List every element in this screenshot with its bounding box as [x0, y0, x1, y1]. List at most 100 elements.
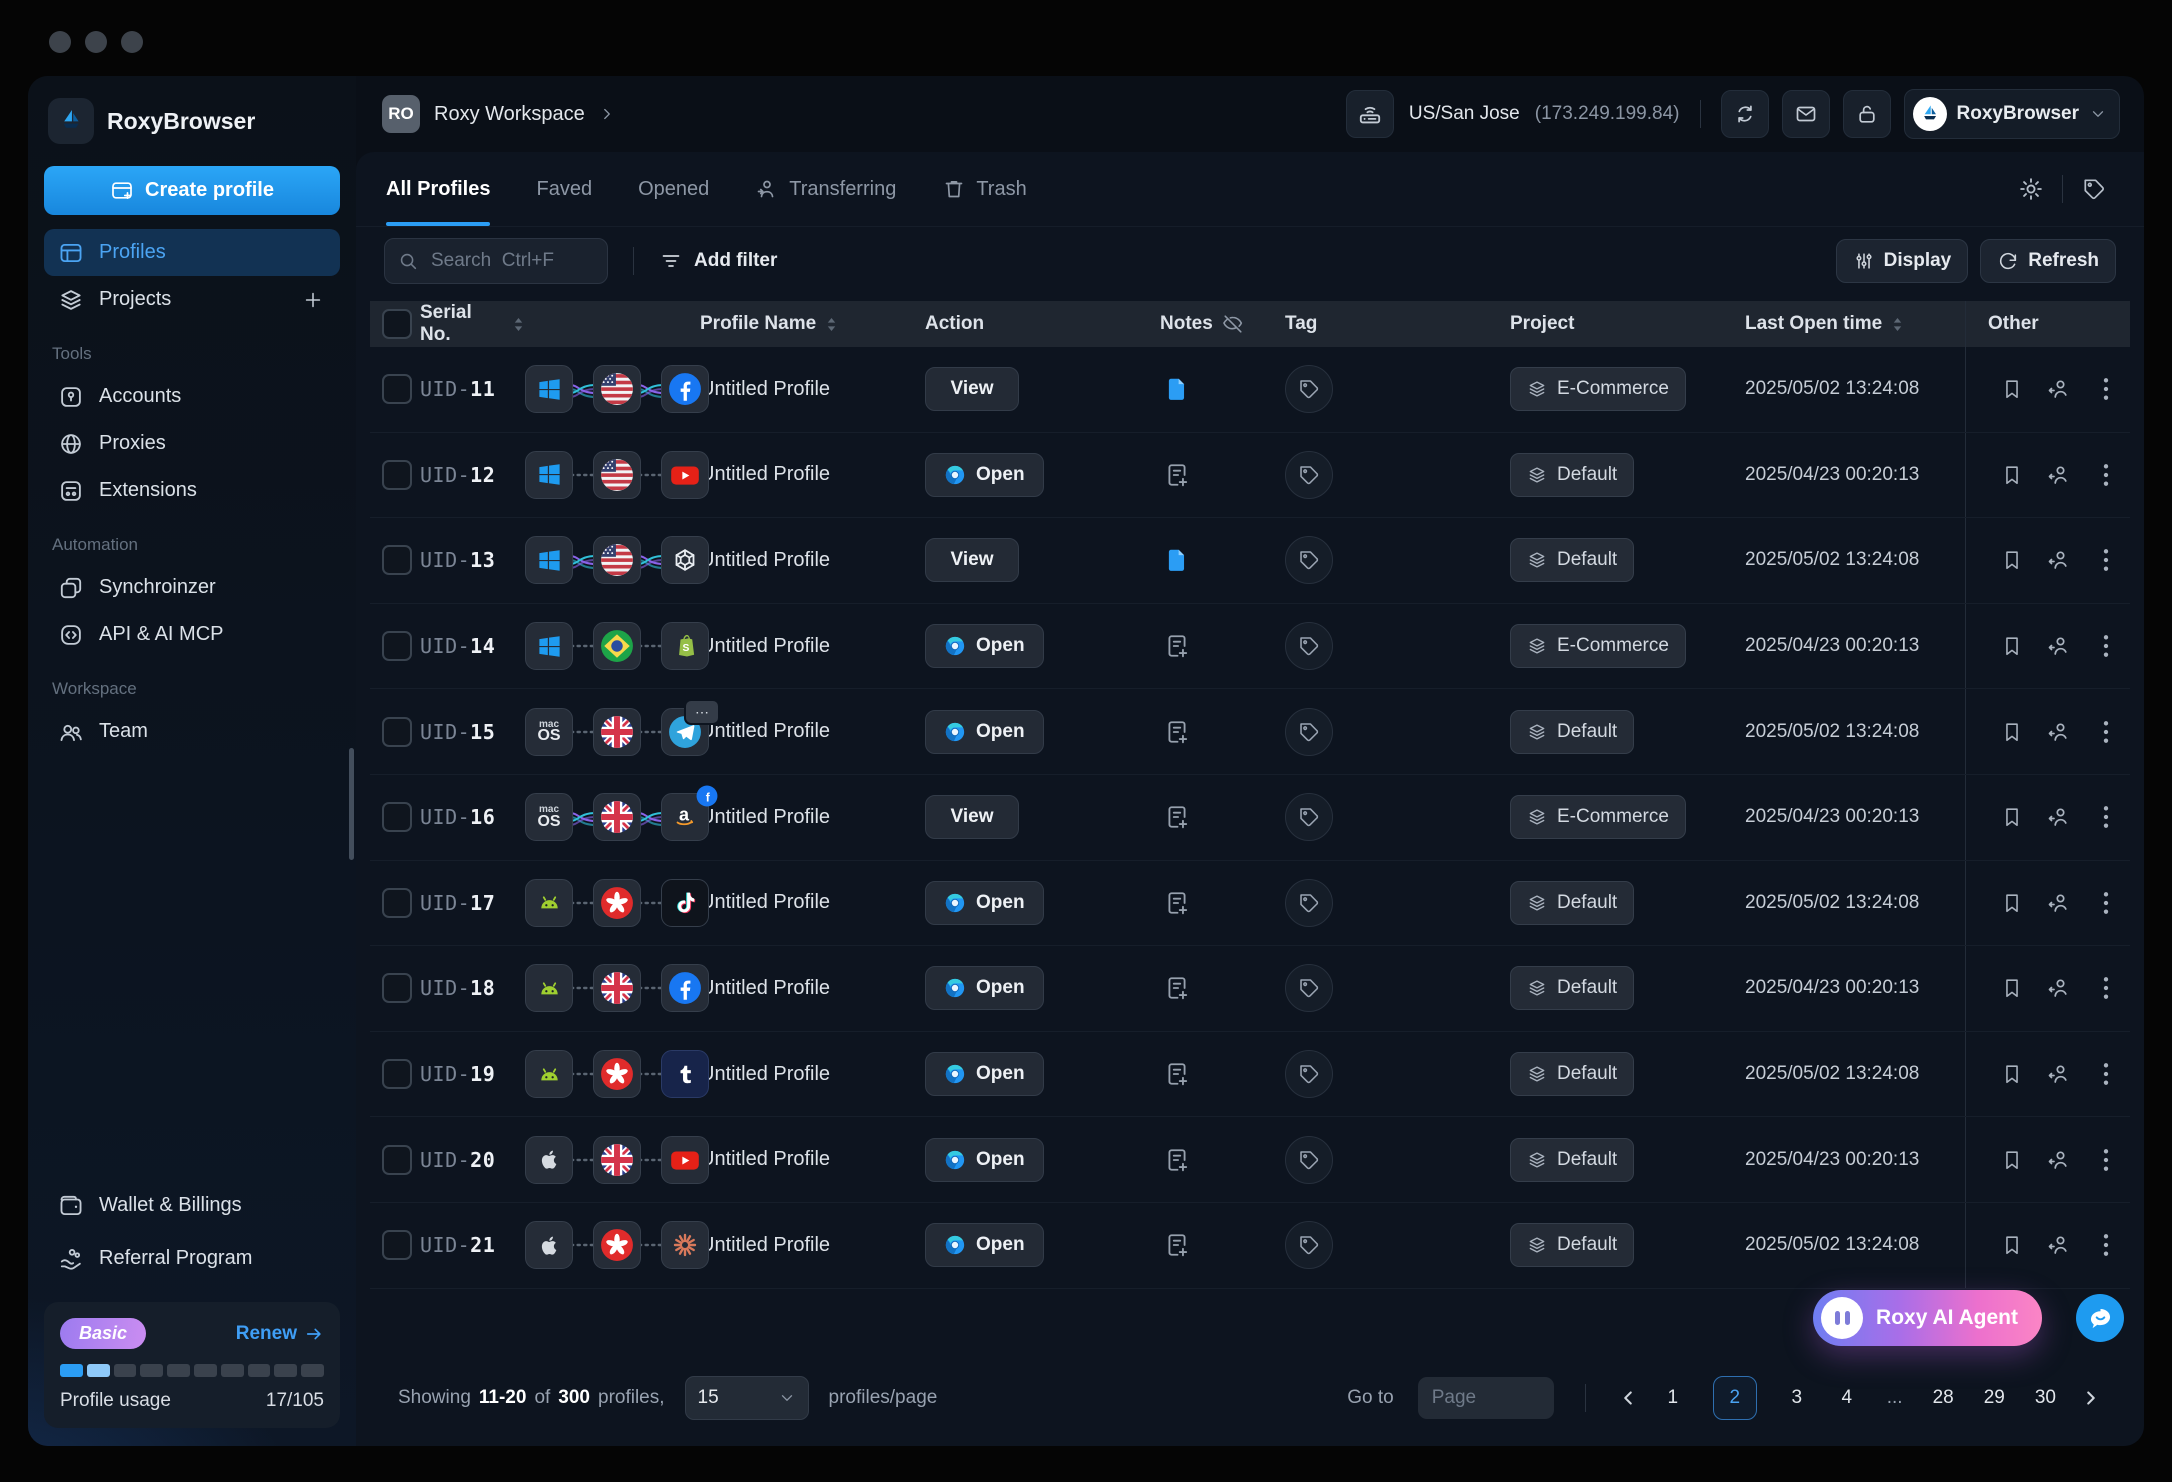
note-add-icon[interactable] [1160, 803, 1190, 831]
ip-device-button[interactable] [1346, 90, 1394, 138]
add-tag-button[interactable] [1285, 964, 1333, 1012]
page-2-button[interactable]: 2 [1713, 1376, 1757, 1420]
row-menu-button[interactable] [2083, 547, 2130, 573]
add-tag-button[interactable] [1285, 879, 1333, 927]
row-checkbox[interactable] [382, 888, 412, 918]
row-menu-button[interactable] [2083, 804, 2130, 830]
view-profile-button[interactable]: View [925, 795, 1019, 839]
row-checkbox[interactable] [382, 973, 412, 1003]
note-add-icon[interactable] [1160, 461, 1190, 489]
page-1-button[interactable]: 1 [1663, 1387, 1683, 1409]
open-profile-button[interactable]: Open [925, 881, 1044, 925]
row-checkbox[interactable] [382, 1059, 412, 1089]
note-add-icon[interactable] [1160, 1231, 1190, 1259]
sidebar-item-synchroinzer[interactable]: Synchroinzer [44, 564, 340, 611]
row-menu-button[interactable] [2083, 633, 2130, 659]
workspace-name[interactable]: Roxy Workspace [434, 103, 585, 126]
add-filter-button[interactable]: Add filter [659, 249, 777, 273]
row-menu-button[interactable] [2083, 462, 2130, 488]
sidebar-item-projects[interactable]: Projects [44, 276, 340, 323]
bookmark-button[interactable] [1988, 805, 2035, 829]
sidebar-item-extensions[interactable]: Extensions [44, 467, 340, 514]
support-chat-button[interactable] [2076, 1294, 2124, 1342]
transfer-profile-button[interactable] [2035, 377, 2082, 401]
open-profile-button[interactable]: Open [925, 1052, 1044, 1096]
refresh-button[interactable]: Refresh [1980, 239, 2116, 283]
sort-icon[interactable] [512, 316, 525, 333]
project-badge[interactable]: E-Commerce [1510, 624, 1686, 668]
project-badge[interactable]: Default [1510, 538, 1634, 582]
add-tag-button[interactable] [1285, 536, 1333, 584]
sidebar-item-proxies[interactable]: Proxies [44, 420, 340, 467]
page-29-button[interactable]: 29 [1984, 1387, 2005, 1409]
bookmark-button[interactable] [1988, 1062, 2035, 1086]
project-badge[interactable]: E-Commerce [1510, 367, 1686, 411]
bookmark-button[interactable] [1988, 1148, 2035, 1172]
row-menu-button[interactable] [2083, 1061, 2130, 1087]
tab-faved[interactable]: Faved [536, 152, 592, 226]
add-tag-button[interactable] [1285, 1136, 1333, 1184]
project-badge[interactable]: Default [1510, 1138, 1634, 1182]
page-30-button[interactable]: 30 [2035, 1387, 2056, 1409]
row-menu-button[interactable] [2083, 1147, 2130, 1173]
note-add-icon[interactable] [1160, 632, 1190, 660]
row-checkbox[interactable] [382, 460, 412, 490]
open-profile-button[interactable]: Open [925, 710, 1044, 754]
row-menu-button[interactable] [2083, 975, 2130, 1001]
note-filled-icon[interactable] [1160, 375, 1190, 403]
select-all-checkbox[interactable] [382, 309, 412, 339]
bookmark-button[interactable] [1988, 548, 2035, 572]
project-badge[interactable]: Default [1510, 453, 1634, 497]
open-profile-button[interactable]: Open [925, 1138, 1044, 1182]
transfer-profile-button[interactable] [2035, 1233, 2082, 1257]
add-tag-button[interactable] [1285, 622, 1333, 670]
row-checkbox[interactable] [382, 545, 412, 575]
lock-button[interactable] [1843, 90, 1891, 138]
window-zoom-button[interactable] [121, 31, 143, 53]
transfer-profile-button[interactable] [2035, 548, 2082, 572]
open-profile-button[interactable]: Open [925, 1223, 1044, 1267]
window-minimize-button[interactable] [85, 31, 107, 53]
sidebar-item-team[interactable]: Team [44, 708, 340, 755]
note-add-icon[interactable] [1160, 718, 1190, 746]
page-4-button[interactable]: 4 [1837, 1387, 1857, 1409]
sidebar-scrollbar[interactable] [349, 748, 354, 860]
transfer-profile-button[interactable] [2035, 805, 2082, 829]
bookmark-button[interactable] [1988, 463, 2035, 487]
project-badge[interactable]: Default [1510, 881, 1634, 925]
tab-trash[interactable]: Trash [942, 152, 1026, 226]
project-badge[interactable]: Default [1510, 710, 1634, 754]
add-tag-button[interactable] [1285, 708, 1333, 756]
project-badge[interactable]: E-Commerce [1510, 795, 1686, 839]
row-menu-button[interactable] [2083, 719, 2130, 745]
sidebar-item-profiles[interactable]: Profiles [44, 229, 340, 276]
project-badge[interactable]: Default [1510, 966, 1634, 1010]
tab-transferring[interactable]: Transferring [755, 152, 896, 226]
sidebar-item-wallet-billings[interactable]: Wallet & Billings [44, 1182, 340, 1229]
note-add-icon[interactable] [1160, 1146, 1190, 1174]
window-close-button[interactable] [49, 31, 71, 53]
sidebar-item-referral-program[interactable]: Referral Program [44, 1235, 340, 1282]
transfer-profile-button[interactable] [2035, 634, 2082, 658]
row-checkbox[interactable] [382, 374, 412, 404]
row-menu-button[interactable] [2083, 376, 2130, 402]
add-tag-button[interactable] [1285, 793, 1333, 841]
transfer-profile-button[interactable] [2035, 1148, 2082, 1172]
add-project-button[interactable] [300, 287, 326, 313]
sidebar-item-api-ai-mcp[interactable]: API & AI MCP [44, 611, 340, 658]
open-profile-button[interactable]: Open [925, 624, 1044, 668]
bookmark-button[interactable] [1988, 891, 2035, 915]
table-settings-button[interactable] [2011, 169, 2051, 209]
transfer-profile-button[interactable] [2035, 463, 2082, 487]
open-profile-button[interactable]: Open [925, 966, 1044, 1010]
sort-icon[interactable] [825, 316, 838, 333]
prev-page-button[interactable] [1617, 1387, 1639, 1409]
row-menu-button[interactable] [2083, 890, 2130, 916]
display-button[interactable]: Display [1836, 239, 1969, 283]
transfer-profile-button[interactable] [2035, 891, 2082, 915]
search-field[interactable] [429, 249, 595, 273]
inbox-button[interactable] [1782, 90, 1830, 138]
add-tag-button[interactable] [1285, 365, 1333, 413]
project-badge[interactable]: Default [1510, 1052, 1634, 1096]
row-checkbox[interactable] [382, 802, 412, 832]
